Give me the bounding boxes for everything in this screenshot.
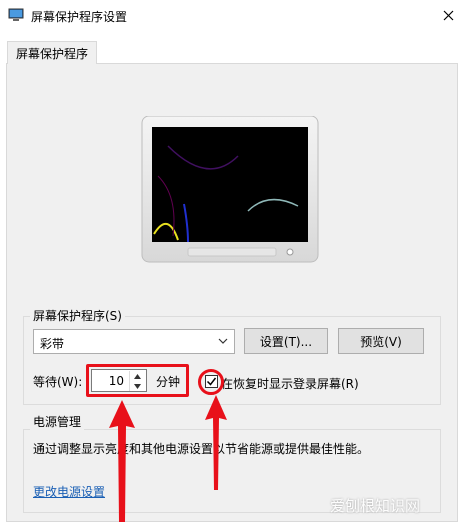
- preview-button-label: 预览(V): [360, 334, 402, 349]
- change-power-settings-link[interactable]: 更改电源设置: [33, 483, 105, 500]
- tab-label: 屏幕保护程序: [15, 46, 88, 61]
- screensaver-app-icon: [8, 8, 24, 21]
- wait-label: 等待(W):: [33, 375, 83, 389]
- watermark: 爱刨根知识网: [330, 497, 421, 515]
- power-description: 通过调整显示亮度和其他电源设置以节省能源或提供最佳性能。: [33, 442, 370, 456]
- close-icon: [443, 10, 453, 21]
- highlight-checkbox-circle: [198, 369, 224, 395]
- settings-button[interactable]: 设置(T)...: [244, 328, 328, 354]
- settings-button-label: 设置(T)...: [259, 334, 313, 349]
- chevron-down-icon: [218, 338, 228, 344]
- window-title: 屏幕保护程序设置: [31, 10, 128, 24]
- resume-checkbox-label[interactable]: 在恢复时显示登录屏幕(R): [221, 375, 359, 392]
- screensaver-select[interactable]: 彩带: [33, 329, 235, 354]
- close-button[interactable]: [430, 0, 466, 31]
- screensaver-select-value: 彩带: [40, 337, 65, 351]
- annotation-arrow: [109, 400, 135, 522]
- screensaver-group-label: 屏幕保护程序(S): [30, 307, 125, 324]
- tab-screensaver[interactable]: 屏幕保护程序: [7, 41, 97, 64]
- monitor-preview: [141, 116, 319, 263]
- preview-button[interactable]: 预览(V): [338, 328, 424, 354]
- power-group-label: 电源管理: [30, 413, 85, 430]
- title-bar: 屏幕保护程序设置: [0, 0, 466, 31]
- annotation-arrow: [205, 395, 227, 490]
- highlight-wait-box: [86, 364, 189, 397]
